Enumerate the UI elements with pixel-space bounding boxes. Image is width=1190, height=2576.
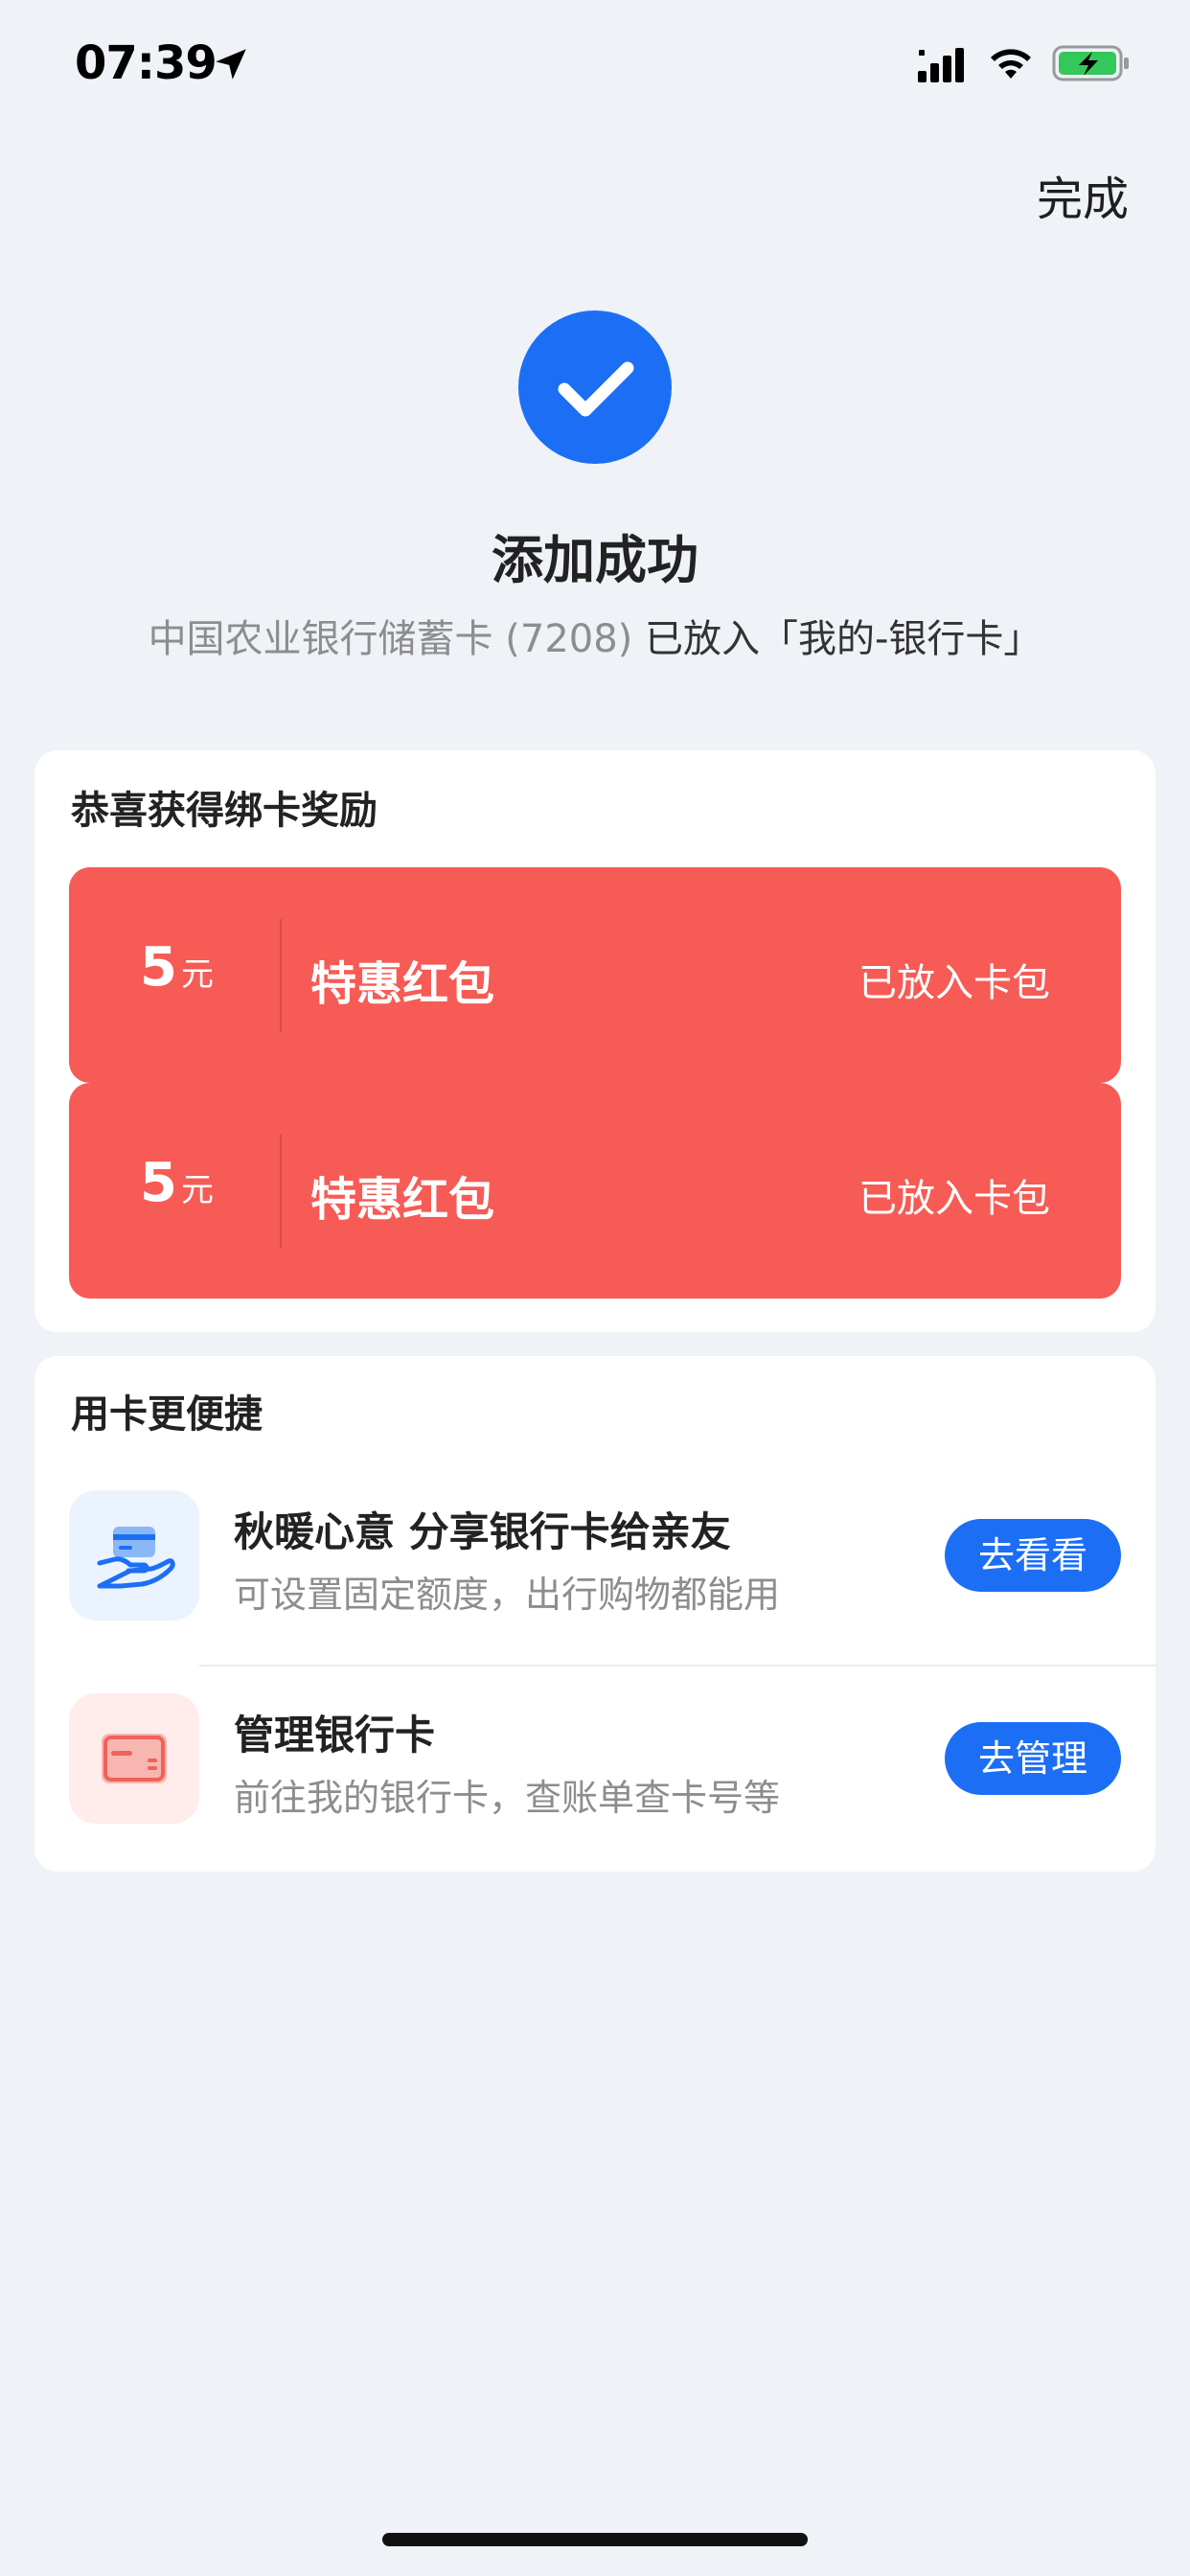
feature-desc: 可设置固定额度，出行购物都能用 — [234, 1574, 781, 1616]
status-bar: 07:39 — [0, 0, 1190, 126]
coupon-status: 已放入卡包 — [858, 1177, 1050, 1221]
share-card-hand-icon — [69, 1490, 199, 1621]
feature-desc: 前往我的银行卡，查账单查卡号等 — [234, 1777, 781, 1819]
cellular-signal-icon — [918, 48, 964, 82]
status-time: 07:39 — [75, 36, 217, 90]
coupon-amount-unit: 元 — [180, 955, 214, 994]
feature-share-card[interactable]: 秋暖心意 分享银行卡给亲友 可设置固定额度，出行购物都能用 去看看 — [34, 1490, 1156, 1663]
location-arrow-icon — [216, 49, 246, 80]
bind-card-success-page: 07:39 完成 添加成功 中国农业银行储蓄卡 (7208) 已放入「我的-银行… — [0, 0, 1190, 2576]
success-title: 添加成功 — [492, 530, 698, 590]
convenient-card: 用卡更便捷 秋暖心意 分享银行卡给亲友 可设置固定额度，出行购物都能用 去看看 — [34, 1356, 1156, 1872]
coupon-status: 已放入卡包 — [858, 961, 1050, 1005]
bank-card-icon — [69, 1693, 199, 1824]
done-button[interactable]: 完成 — [1037, 161, 1129, 228]
success-subtitle: 中国农业银行储蓄卡 (7208) 已放入「我的-银行卡」 — [0, 608, 1190, 663]
battery-charging-icon — [1052, 45, 1129, 81]
coupon-name: 特惠红包 — [310, 957, 495, 1011]
checkmark-icon — [518, 310, 672, 464]
coupon-amount: 5 元 — [140, 1152, 214, 1229]
row-divider — [199, 1665, 1156, 1667]
manage-button[interactable]: 去管理 — [945, 1722, 1121, 1795]
coupon-item[interactable]: 5 元 特惠红包 已放入卡包 — [69, 867, 1121, 1083]
coupon-amount-value: 5 — [140, 1152, 177, 1214]
reward-card: 恭喜获得绑卡奖励 5 元 特惠红包 已放入卡包 5 元 特惠红包 已放入卡包 — [34, 750, 1156, 1332]
coupon-amount-value: 5 — [140, 936, 177, 999]
convenient-title: 用卡更便捷 — [71, 1392, 263, 1437]
home-indicator[interactable] — [382, 2533, 808, 2546]
feature-manage-card[interactable]: 管理银行卡 前往我的银行卡，查账单查卡号等 去管理 — [34, 1693, 1156, 1866]
coupon-divider — [280, 1135, 282, 1248]
card-info: 中国农业银行储蓄卡 (7208) — [148, 617, 645, 661]
card-location: 已放入「我的-银行卡」 — [645, 617, 1042, 661]
view-button[interactable]: 去看看 — [945, 1519, 1121, 1592]
wifi-icon — [991, 49, 1031, 79]
coupon-divider — [280, 919, 282, 1032]
coupon-amount: 5 元 — [140, 936, 214, 1013]
coupon-amount-unit: 元 — [180, 1171, 214, 1209]
reward-title: 恭喜获得绑卡奖励 — [71, 789, 378, 833]
feature-title: 管理银行卡 — [234, 1712, 436, 1759]
feature-title: 秋暖心意 分享银行卡给亲友 — [234, 1508, 731, 1555]
coupon-item[interactable]: 5 元 特惠红包 已放入卡包 — [69, 1083, 1121, 1299]
coupon-name: 特惠红包 — [310, 1173, 495, 1227]
